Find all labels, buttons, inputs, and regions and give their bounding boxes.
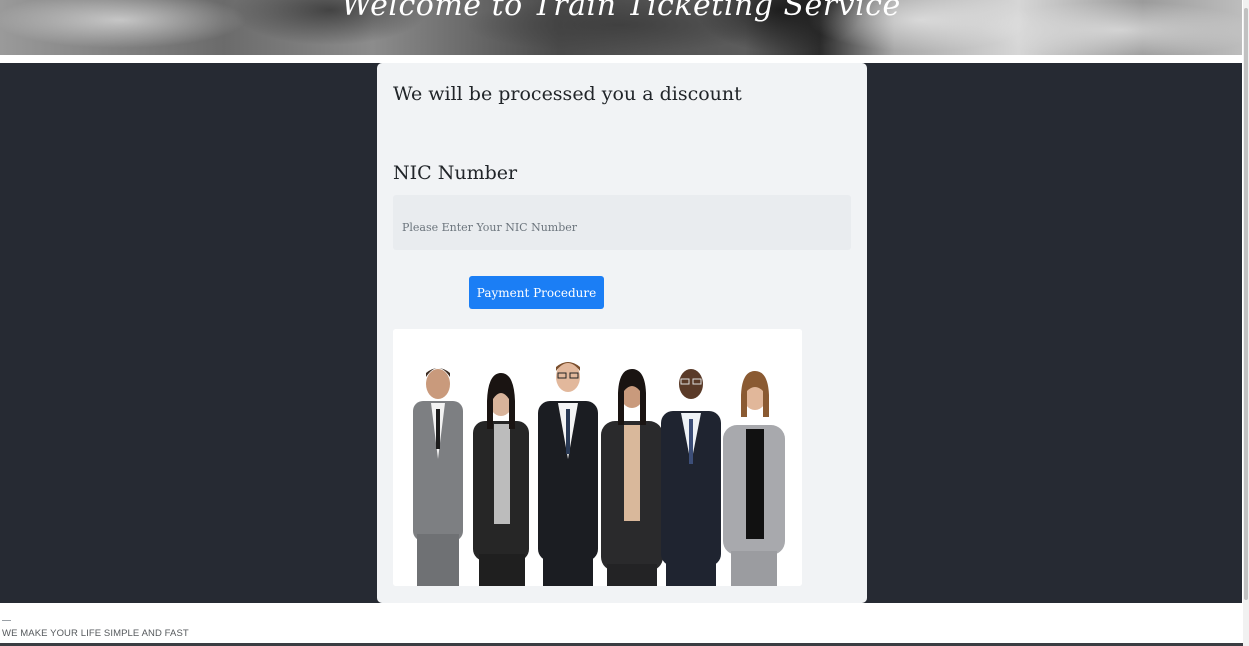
footer-divider — [2, 620, 11, 621]
vertical-scrollbar[interactable] — [1243, 0, 1249, 646]
footer-tagline: WE MAKE YOUR LIFE SIMPLE AND FAST — [2, 628, 189, 639]
payment-procedure-button[interactable]: Payment Procedure — [469, 276, 604, 309]
discount-card: We will be processed you a discount NIC … — [377, 63, 867, 603]
card-heading: We will be processed you a discount — [393, 83, 742, 105]
footer: WE MAKE YOUR LIFE SIMPLE AND FAST — [0, 603, 1242, 646]
team-photo — [393, 329, 802, 586]
header-banner: Welcome to Train Ticketing Service — [0, 0, 1242, 55]
scrollbar-thumb[interactable] — [1244, 8, 1248, 600]
page-title: Welcome to Train Ticketing Service — [341, 0, 901, 23]
nic-label: NIC Number — [393, 162, 518, 184]
page: Welcome to Train Ticketing Service We wi… — [0, 0, 1249, 646]
nic-input[interactable] — [393, 195, 851, 250]
